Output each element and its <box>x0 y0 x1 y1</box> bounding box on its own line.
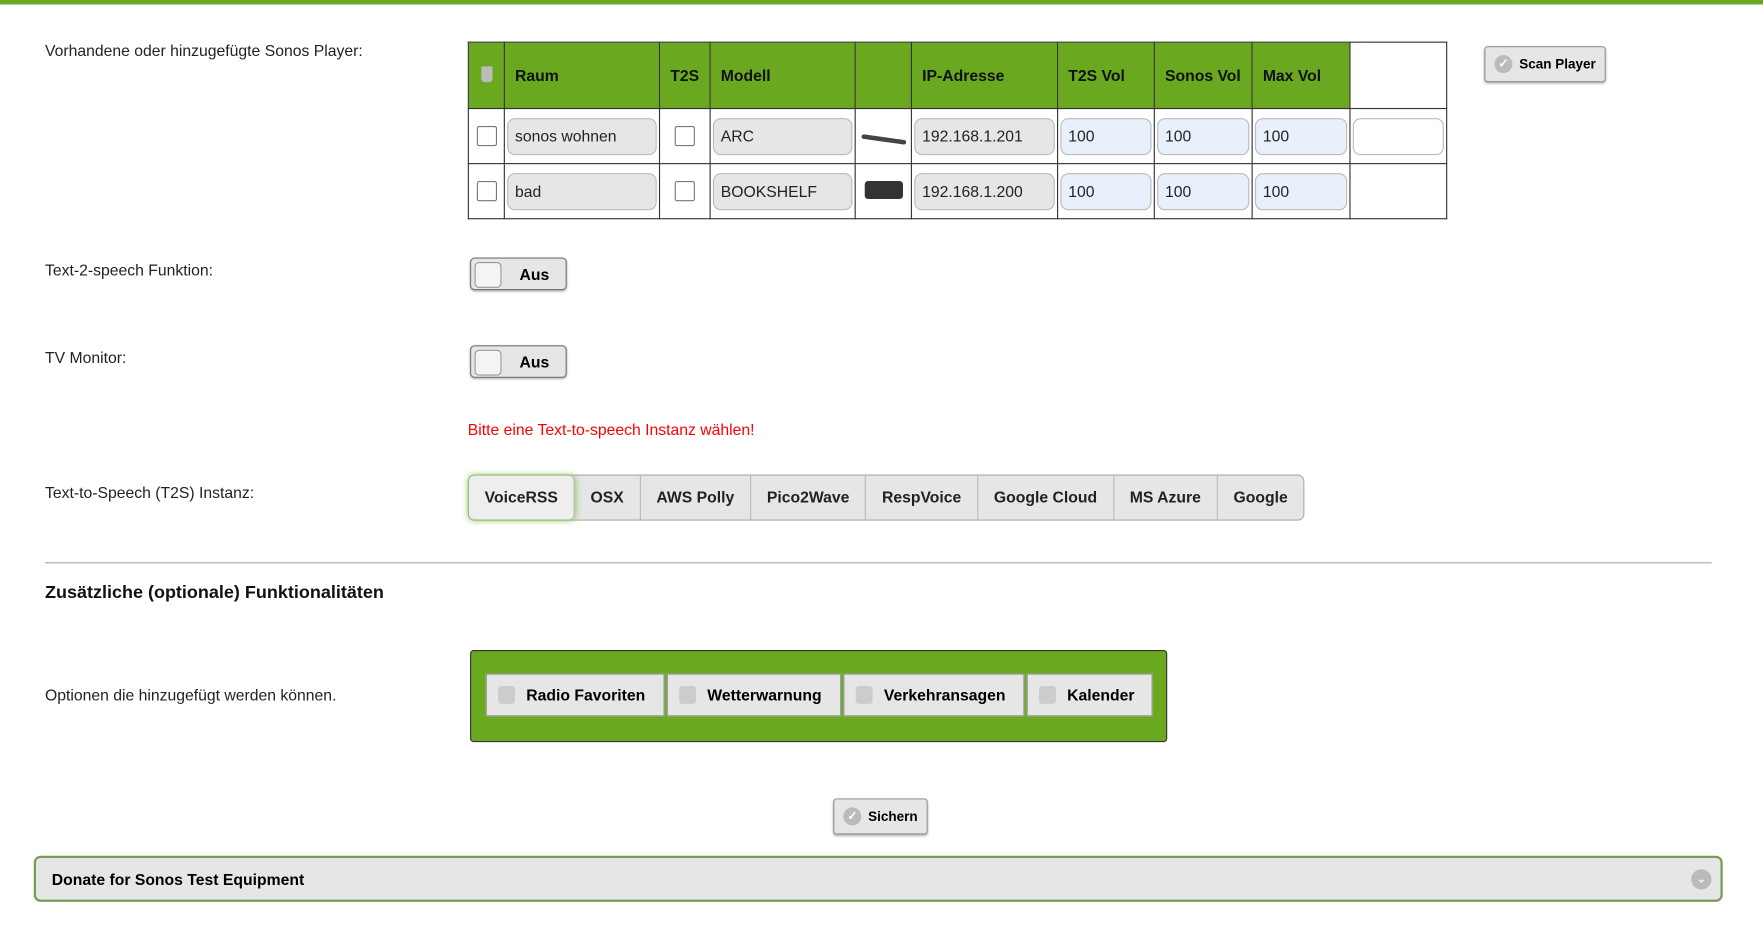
modell-input[interactable]: BOOKSHELF <box>712 172 853 210</box>
top-accent-bar <box>0 0 1763 5</box>
donate-accordion[interactable]: Donate for Sonos Test Equipment ⌄ <box>33 855 1723 902</box>
option-kalender[interactable]: Kalender <box>1026 673 1153 717</box>
raum-input[interactable]: sonos wohnen <box>507 117 657 155</box>
header-ip: IP-Adresse <box>910 41 1059 110</box>
option-wetterwarnung[interactable]: Wetterwarnung <box>666 673 842 717</box>
t2s-checkbox[interactable] <box>674 125 695 147</box>
header-image <box>854 41 912 110</box>
options-group: Radio Favoriten Wetterwarnung Verkehrans… <box>470 649 1168 743</box>
warning-text: Bitte eine Text-to-speech Instanz wählen… <box>467 420 755 439</box>
t2s-vol-input[interactable]: 100 <box>1060 172 1152 210</box>
max-vol-input[interactable]: 100 <box>1254 172 1348 210</box>
instance-google-cloud[interactable]: Google Cloud <box>978 475 1114 520</box>
instance-label: Text-to-Speech (T2S) Instanz: <box>44 483 255 502</box>
ip-input[interactable]: 192.168.1.201 <box>914 117 1055 155</box>
instance-pico2wave[interactable]: Pico2Wave <box>751 475 867 520</box>
scan-player-label: Scan Player <box>1519 56 1596 72</box>
instance-respvoice[interactable]: RespVoice <box>866 475 979 520</box>
soundbar-image <box>860 134 906 145</box>
header-max-vol: Max Vol <box>1251 41 1351 110</box>
instance-osx[interactable]: OSX <box>575 475 641 520</box>
header-t2s-vol: T2S Vol <box>1057 41 1155 110</box>
max-vol-input[interactable]: 100 <box>1254 117 1348 155</box>
instance-voicerss[interactable]: VoiceRSS <box>468 475 575 520</box>
instance-aws-polly[interactable]: AWS Polly <box>641 475 752 520</box>
row-select-checkbox[interactable] <box>476 181 497 202</box>
t2s-function-label: Text-2-speech Funktion: <box>44 260 213 279</box>
options-label: Optionen die hinzugefügt werden können. <box>44 685 337 704</box>
instance-ms-azure[interactable]: MS Azure <box>1114 475 1218 520</box>
table-row: sonos wohnen ARC 192.168.1.201 100 100 1… <box>467 107 1448 165</box>
t2s-function-toggle[interactable]: Aus <box>470 257 567 291</box>
header-raum: Raum <box>503 41 661 110</box>
header-sonos-vol: Sonos Vol <box>1153 41 1253 110</box>
row-select-checkbox[interactable] <box>476 125 497 147</box>
t2s-instance-selector: VoiceRSS OSX AWS Polly Pico2Wave RespVoi… <box>467 474 1305 521</box>
save-button[interactable]: ✓ Sichern <box>833 798 928 835</box>
tv-monitor-toggle[interactable]: Aus <box>470 345 567 378</box>
sonos-vol-input[interactable]: 100 <box>1157 172 1250 210</box>
ip-input[interactable]: 192.168.1.200 <box>914 172 1055 210</box>
header-modell: Modell <box>709 41 856 110</box>
players-table: Raum T2S Modell IP-Adresse T2S Vol Sonos… <box>467 41 1448 220</box>
tv-monitor-label: TV Monitor: <box>44 348 127 367</box>
header-t2s: T2S <box>658 41 711 110</box>
extra-input[interactable] <box>1352 117 1444 155</box>
t2s-vol-input[interactable]: 100 <box>1060 117 1152 155</box>
scan-player-button[interactable]: ✓ Scan Player <box>1484 46 1606 83</box>
speaker-image <box>864 180 903 199</box>
modell-input[interactable]: ARC <box>712 117 853 155</box>
save-label: Sichern <box>868 808 918 825</box>
option-verkehransagen[interactable]: Verkehransagen <box>843 673 1025 717</box>
chevron-down-icon[interactable]: ⌄ <box>1691 869 1712 890</box>
check-icon: ✓ <box>843 807 862 826</box>
option-radio-favoriten[interactable]: Radio Favoriten <box>485 673 665 717</box>
trash-icon[interactable] <box>467 41 505 110</box>
t2s-checkbox[interactable] <box>674 181 695 202</box>
divider <box>44 562 1712 564</box>
instance-google[interactable]: Google <box>1218 476 1304 520</box>
check-icon: ✓ <box>1494 55 1513 74</box>
section-title: Zusätzliche (optionale) Funktionalitäten <box>44 583 384 603</box>
table-row: bad BOOKSHELF 192.168.1.200 100 100 100 <box>467 163 1448 220</box>
donate-title: Donate for Sonos Test Equipment <box>51 870 305 889</box>
sonos-vol-input[interactable]: 100 <box>1157 117 1250 155</box>
players-label: Vorhandene oder hinzugefügte Sonos Playe… <box>44 41 363 60</box>
raum-input[interactable]: bad <box>507 172 657 210</box>
